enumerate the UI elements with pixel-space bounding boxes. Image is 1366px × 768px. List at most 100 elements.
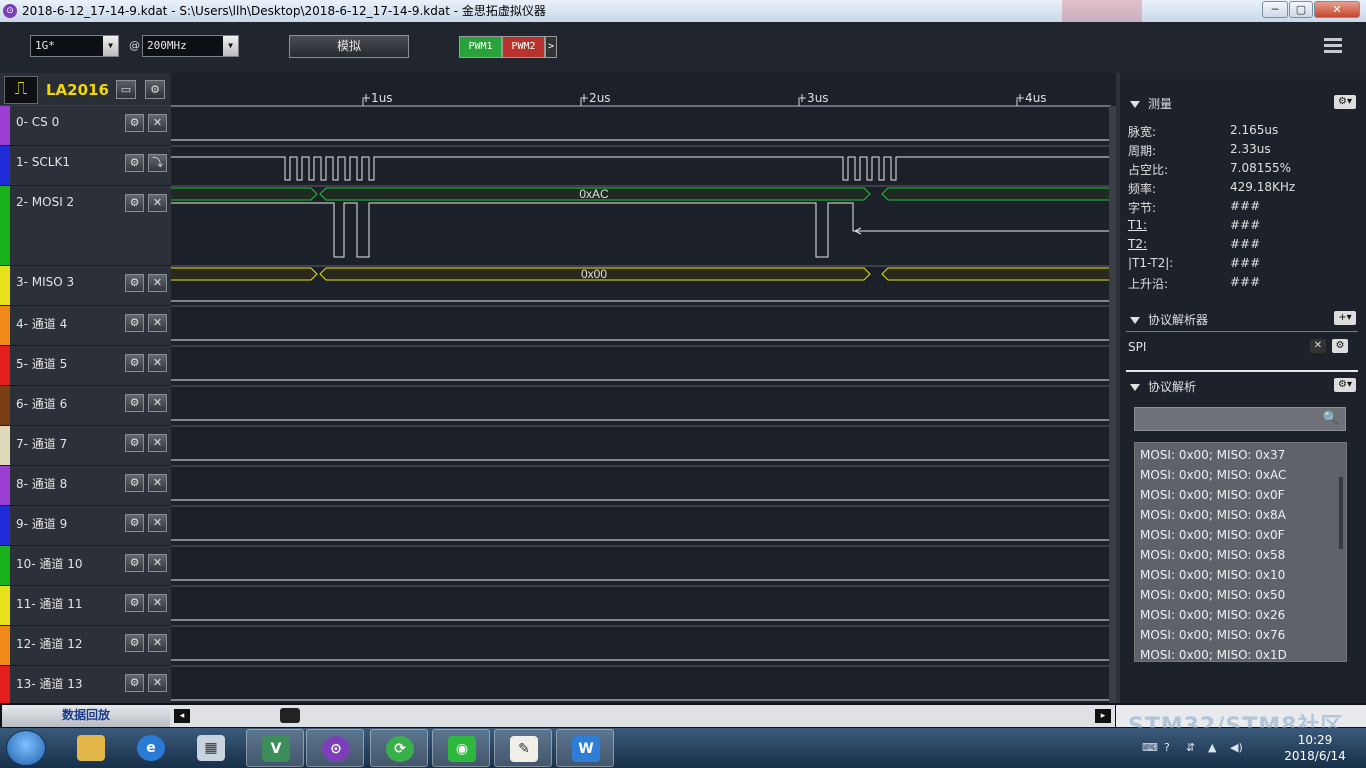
parse-settings-button[interactable]: ⚙▾ [1334, 378, 1356, 392]
channel-row[interactable]: 3- MISO 3 ⚙ ✕ [0, 266, 171, 306]
channel-settings-button[interactable]: ⚙ [125, 394, 144, 412]
scroll-thumb[interactable] [280, 708, 300, 723]
device-window-button[interactable]: ▭ [116, 80, 136, 99]
channel-settings-button[interactable]: ⚙ [125, 114, 144, 132]
parse-result-item[interactable]: MOSI: 0x00; MISO: 0x58 [1140, 548, 1285, 562]
channel-row[interactable]: 10- 通道 10 ⚙ ✕ [0, 546, 171, 586]
channel-action-button[interactable]: ✕ [148, 554, 167, 572]
parse-result-item[interactable]: MOSI: 0x00; MISO: 0x0F [1140, 488, 1285, 502]
scroll-left-button[interactable]: ◂ [174, 709, 190, 723]
rate-select[interactable]: 200MHz ▼ [142, 35, 239, 57]
taskbar-vivado-hls[interactable]: V [246, 729, 304, 767]
measure-header[interactable]: 测量 [1130, 95, 1172, 112]
parse-result-item[interactable]: MOSI: 0x00; MISO: 0x50 [1140, 588, 1285, 602]
maximize-button[interactable]: ▢ [1289, 1, 1313, 18]
parse-result-item[interactable]: MOSI: 0x00; MISO: 0x37 [1140, 448, 1285, 462]
parse-result-item[interactable]: MOSI: 0x00; MISO: 0x0F [1140, 528, 1285, 542]
taskbar-explorer[interactable] [62, 729, 120, 767]
parse-result-item[interactable]: MOSI: 0x00; MISO: 0x26 [1140, 608, 1285, 622]
taskbar-wechat[interactable]: ◉ [432, 729, 490, 767]
close-button[interactable]: ✕ [1314, 1, 1360, 18]
channel-action-button[interactable]: ✕ [148, 594, 167, 612]
keyboard-icon[interactable]: ⌨ [1142, 741, 1158, 754]
toolbar: 1G* ▼ @ 200MHz ▼ 模拟 PWM1 PWM2 > [0, 22, 1366, 73]
playback-button[interactable]: 数据回放 [2, 705, 170, 727]
channel-row[interactable]: 1- SCLK1 ⚙ ⤵ [0, 146, 171, 186]
show-hidden-icon[interactable]: ▲ [1208, 741, 1216, 754]
channel-action-button[interactable]: ✕ [148, 274, 167, 292]
channel-row[interactable]: 8- 通道 8 ⚙ ✕ [0, 466, 171, 506]
parse-header[interactable]: 协议解析 [1130, 378, 1196, 395]
channel-action-button[interactable]: ✕ [148, 514, 167, 532]
taskbar-refresh-app[interactable]: ⟳ [370, 729, 428, 767]
parse-search-input[interactable]: 🔍 [1134, 407, 1346, 431]
taskbar-editor[interactable]: ✎ [494, 729, 552, 767]
results-scrollbar[interactable] [1339, 477, 1343, 549]
channel-settings-button[interactable]: ⚙ [125, 594, 144, 612]
depth-select[interactable]: 1G* ▼ [30, 35, 119, 57]
clock[interactable]: 10:29 2018/6/14 [1280, 732, 1350, 764]
taskbar-ie[interactable]: e [122, 729, 180, 767]
channel-row[interactable]: 13- 通道 13 ⚙ ✕ [0, 666, 171, 706]
taskbar-kingst[interactable]: ⊙ [306, 729, 364, 767]
channel-settings-button[interactable]: ⚙ [125, 194, 144, 212]
channel-row[interactable]: 12- 通道 12 ⚙ ✕ [0, 626, 171, 666]
channel-row[interactable]: 11- 通道 11 ⚙ ✕ [0, 586, 171, 626]
parse-result-item[interactable]: MOSI: 0x00; MISO: 0x76 [1140, 628, 1285, 642]
channel-action-button[interactable]: ✕ [148, 474, 167, 492]
analyzer-settings-button[interactable]: ⚙ [1332, 339, 1348, 353]
channel-settings-button[interactable]: ⚙ [125, 354, 144, 372]
channel-row[interactable]: 0- CS 0 ⚙ ✕ [0, 106, 171, 146]
analyzer-header[interactable]: 协议解析器 [1130, 311, 1208, 328]
parse-result-item[interactable]: MOSI: 0x00; MISO: 0x10 [1140, 568, 1285, 582]
channel-settings-button[interactable]: ⚙ [125, 314, 144, 332]
analyzer-item-spi[interactable]: SPI [1128, 340, 1146, 354]
add-analyzer-button[interactable]: +▾ [1334, 311, 1356, 325]
tray-arrows-icon[interactable]: ⇵ [1186, 741, 1195, 754]
channel-settings-button[interactable]: ⚙ [125, 474, 144, 492]
horizontal-scrollbar[interactable]: ◂ ▸ [170, 705, 1115, 727]
parse-results-list[interactable]: MOSI: 0x00; MISO: 0x37 MOSI: 0x00; MISO: … [1134, 442, 1347, 662]
channel-action-button[interactable]: ✕ [148, 434, 167, 452]
start-button[interactable] [6, 730, 46, 766]
channel-row[interactable]: 2- MOSI 2 ⚙ ✕ [0, 186, 171, 266]
simulate-button[interactable]: 模拟 [289, 35, 409, 58]
channel-settings-button[interactable]: ⚙ [125, 554, 144, 572]
channel-row[interactable]: 4- 通道 4 ⚙ ✕ [0, 306, 171, 346]
menu-icon[interactable] [1324, 38, 1342, 54]
taskbar-wps[interactable]: W [556, 729, 614, 767]
channel-settings-button[interactable]: ⚙ [125, 154, 144, 172]
taskbar-calculator[interactable]: ▦ [182, 729, 240, 767]
channel-action-button[interactable]: ✕ [148, 354, 167, 372]
channel-action-button[interactable]: ✕ [148, 674, 167, 692]
parse-result-item[interactable]: MOSI: 0x00; MISO: 0xAC [1140, 468, 1286, 482]
channel-settings-button[interactable]: ⚙ [125, 274, 144, 292]
channel-row[interactable]: 5- 通道 5 ⚙ ✕ [0, 346, 171, 386]
pwm2-button[interactable]: PWM2 [502, 36, 545, 58]
channel-action-button[interactable]: ✕ [148, 634, 167, 652]
channel-action-button[interactable]: ✕ [148, 114, 167, 132]
channel-action-button[interactable]: ⤵ [148, 154, 167, 172]
parse-result-item[interactable]: MOSI: 0x00; MISO: 0x8A [1140, 508, 1286, 522]
scroll-right-button[interactable]: ▸ [1095, 709, 1111, 723]
channel-settings-button[interactable]: ⚙ [125, 674, 144, 692]
channel-action-button[interactable]: ✕ [148, 194, 167, 212]
measure-settings-button[interactable]: ⚙▾ [1334, 95, 1356, 109]
minimize-button[interactable]: ─ [1262, 1, 1288, 18]
channel-action-button[interactable]: ✕ [148, 394, 167, 412]
volume-icon[interactable]: ◀) [1230, 741, 1243, 754]
pwm-expand-button[interactable]: > [545, 36, 557, 58]
device-settings-button[interactable]: ⚙ [145, 80, 165, 99]
parse-result-item[interactable]: MOSI: 0x00; MISO: 0x1D [1140, 648, 1287, 662]
channel-settings-button[interactable]: ⚙ [125, 514, 144, 532]
waveform-area[interactable]: +1us +2us +3us +4us 0xAC 0x00 [171, 73, 1116, 703]
channel-row[interactable]: 9- 通道 9 ⚙ ✕ [0, 506, 171, 546]
channel-row[interactable]: 6- 通道 6 ⚙ ✕ [0, 386, 171, 426]
channel-settings-button[interactable]: ⚙ [125, 434, 144, 452]
help-icon[interactable]: ? [1164, 741, 1170, 754]
channel-action-button[interactable]: ✕ [148, 314, 167, 332]
channel-row[interactable]: 7- 通道 7 ⚙ ✕ [0, 426, 171, 466]
remove-analyzer-button[interactable]: ✕ [1310, 339, 1326, 353]
pwm1-button[interactable]: PWM1 [459, 36, 502, 58]
channel-settings-button[interactable]: ⚙ [125, 634, 144, 652]
